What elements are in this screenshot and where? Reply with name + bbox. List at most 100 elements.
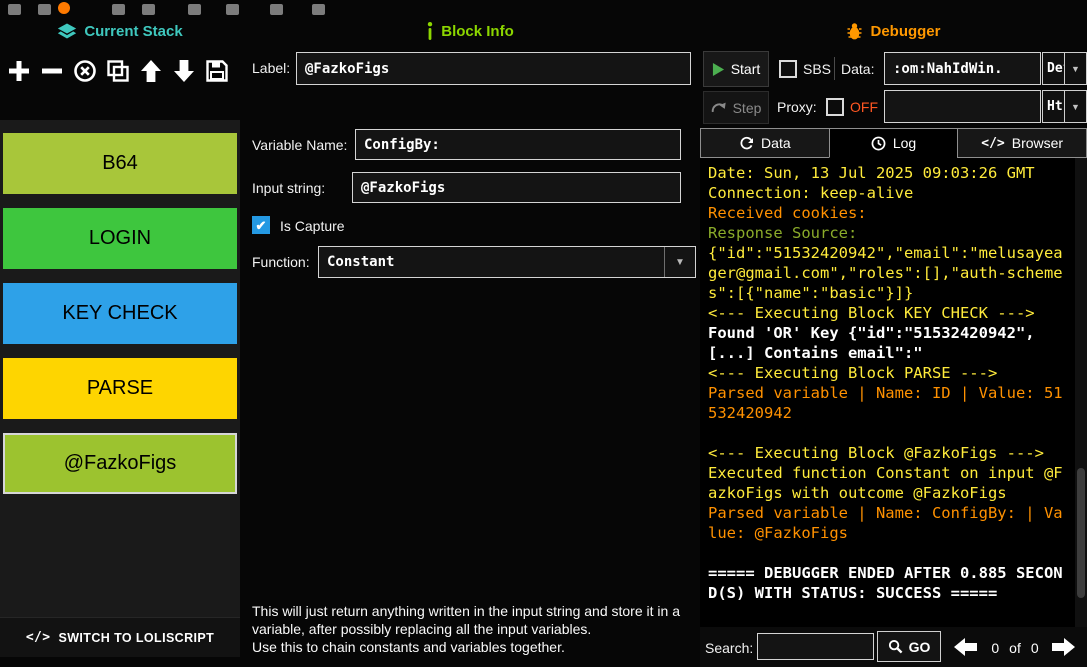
plus-icon	[6, 58, 32, 84]
stack-layers-icon	[57, 22, 77, 40]
log-line: Response Source:	[708, 223, 1067, 243]
log-scrollbar[interactable]	[1075, 158, 1087, 627]
block-description-line: Use this to chain constants and variable…	[252, 638, 700, 656]
proxy-type-arrow[interactable]: ▼	[1064, 90, 1087, 123]
step-label: Step	[733, 100, 762, 116]
match-current: 0	[991, 640, 999, 656]
is-capture-checkbox[interactable]: ✔	[252, 216, 270, 234]
search-icon	[888, 639, 903, 654]
arrow-right-icon	[1048, 636, 1078, 658]
notification-dot-icon	[58, 2, 70, 14]
menu-icon[interactable]	[312, 4, 325, 15]
search-input[interactable]	[757, 633, 874, 660]
wordlist-type-select[interactable]: Def	[1042, 52, 1065, 85]
stack-block-label: PARSE	[87, 377, 153, 400]
log-line: <--- Executing Block @FazkoFigs --->	[708, 443, 1067, 463]
bug-icon	[846, 22, 863, 40]
move-block-down-button[interactable]	[167, 52, 200, 90]
log-line: Date: Sun, 13 Jul 2025 09:03:26 GMT	[708, 163, 1067, 183]
tab-data[interactable]: Data	[700, 128, 829, 158]
variable-name-caption: Variable Name:	[252, 137, 347, 153]
step-arrow-icon	[711, 101, 727, 114]
step-button[interactable]: Step	[703, 91, 769, 124]
wordlist-type-value: Def	[1047, 61, 1065, 76]
next-match-button[interactable]	[1046, 633, 1080, 661]
stack-block-parse[interactable]: PARSE	[3, 358, 237, 419]
function-value: Constant	[319, 247, 664, 277]
is-capture-caption: Is Capture	[280, 218, 345, 234]
input-string-input[interactable]	[352, 172, 681, 203]
debugger-header: Debugger	[700, 16, 1087, 46]
log-line: Connection: keep-alive	[708, 183, 1067, 203]
log-line: Parsed variable | Name: ConfigBy: | Valu…	[708, 503, 1067, 543]
log-line: <--- Executing Block KEY CHECK --->	[708, 303, 1067, 323]
clock-icon	[871, 136, 886, 151]
stack-block-label: KEY CHECK	[62, 302, 177, 325]
log-line	[708, 423, 1067, 443]
clear-stack-button[interactable]	[68, 52, 101, 90]
remove-block-button[interactable]	[35, 52, 68, 90]
check-icon: ✔	[256, 219, 267, 232]
code-icon: </>	[26, 630, 51, 645]
tab-browser[interactable]: </> Browser	[957, 128, 1087, 158]
info-icon	[426, 22, 434, 40]
proxy-type-value: Ht	[1047, 99, 1063, 114]
menu-icon[interactable]	[270, 4, 283, 15]
copy-icon	[105, 58, 131, 84]
menu-icon[interactable]	[38, 4, 51, 15]
wordlist-type-arrow[interactable]: ▼	[1064, 52, 1087, 85]
stack-block-key-check[interactable]: KEY CHECK	[3, 283, 237, 344]
stack-block-label: @FazkoFigs	[64, 452, 177, 475]
switch-to-loliscript-label: SWITCH TO LOLISCRIPT	[59, 631, 215, 645]
add-block-button[interactable]	[2, 52, 35, 90]
log-scrollbar-thumb[interactable]	[1077, 468, 1085, 598]
arrow-up-icon	[138, 58, 164, 84]
log-line: Parsed variable | Name: ID | Value: 5153…	[708, 383, 1067, 423]
block-description-line: This will just return anything written i…	[252, 602, 700, 638]
proxy-checkbox[interactable]: ✔	[826, 98, 844, 116]
input-string-caption: Input string:	[252, 180, 325, 196]
move-block-up-button[interactable]	[134, 52, 167, 90]
sbs-checkbox[interactable]: ✔	[779, 60, 797, 78]
debugger-title: Debugger	[870, 23, 940, 40]
save-stack-button[interactable]	[200, 52, 233, 90]
proxy-input[interactable]	[884, 90, 1041, 123]
function-dropdown[interactable]: Constant ▼	[318, 246, 696, 278]
start-label: Start	[731, 61, 761, 77]
clone-block-button[interactable]	[101, 52, 134, 90]
stack-block-b64[interactable]: B64	[3, 133, 237, 194]
label-input[interactable]	[296, 52, 691, 85]
proxy-off-label: OFF	[850, 99, 878, 115]
stack-block-login[interactable]: LOGIN	[3, 208, 237, 269]
menu-icon[interactable]	[142, 4, 155, 15]
menu-icon[interactable]	[8, 4, 21, 15]
previous-match-button[interactable]	[949, 633, 983, 661]
function-caption: Function:	[252, 254, 310, 270]
go-label: GO	[909, 639, 931, 655]
play-icon	[712, 62, 725, 77]
block-info-title: Block Info	[441, 23, 514, 40]
stack-block-fazkofigs[interactable]: @FazkoFigs	[3, 433, 237, 494]
proxy-caption: Proxy:	[777, 99, 817, 115]
block-list: B64 LOGIN KEY CHECK PARSE @FazkoFigs	[0, 120, 240, 617]
stack-block-label: LOGIN	[89, 227, 151, 250]
log-line: <--- Executing Block PARSE --->	[708, 363, 1067, 383]
proxy-type-select[interactable]: Ht	[1042, 90, 1065, 123]
log-output: Date: Sun, 13 Jul 2025 09:03:26 GMTConne…	[700, 158, 1075, 627]
stack-toolbar	[2, 49, 238, 93]
tab-label: Log	[893, 135, 916, 151]
start-button[interactable]: Start	[703, 51, 769, 87]
data-input[interactable]	[884, 52, 1041, 85]
menu-icon[interactable]	[188, 4, 201, 15]
menu-icon[interactable]	[226, 4, 239, 15]
menu-icon[interactable]	[112, 4, 125, 15]
search-go-button[interactable]: GO	[877, 631, 941, 662]
top-menubar[interactable]	[0, 0, 1087, 16]
log-line	[708, 543, 1067, 563]
log-line: {"id":"51532420942","email":"melusayeage…	[708, 243, 1067, 303]
switch-to-loliscript-button[interactable]: </> SWITCH TO LOLISCRIPT	[0, 617, 240, 657]
log-line: Executed function Constant on input @Faz…	[708, 463, 1067, 503]
variable-name-input[interactable]	[355, 129, 681, 160]
chevron-down-icon[interactable]: ▼	[664, 247, 695, 277]
tab-log[interactable]: Log	[829, 128, 958, 158]
